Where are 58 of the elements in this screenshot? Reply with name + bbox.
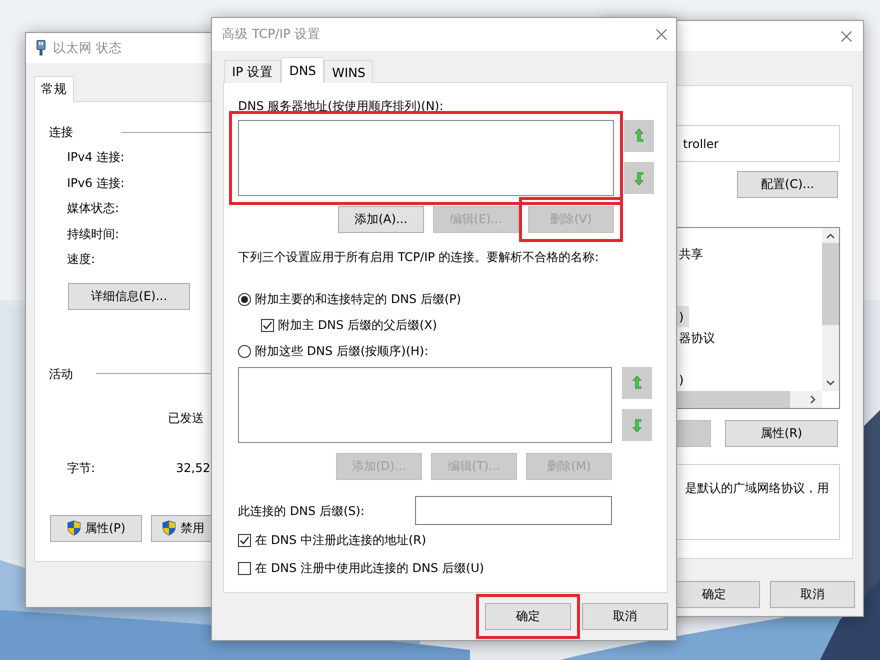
properties-button[interactable]: 属性(R)	[724, 420, 838, 447]
close-icon[interactable]	[841, 30, 852, 42]
vertical-scrollbar[interactable]	[822, 228, 839, 391]
column-heading: 已发送	[168, 410, 204, 424]
up-arrow-icon	[634, 128, 644, 144]
shield-icon	[162, 520, 176, 536]
scroll-up-icon[interactable]	[826, 232, 835, 241]
radio-label: 附加主要的和连接特定的 DNS 后缀(P)	[255, 292, 462, 306]
field-label: IPv6 连接:	[66, 174, 126, 192]
up-arrow-icon	[632, 375, 642, 391]
list-item[interactable]: 器协议	[675, 327, 720, 348]
suffix-list[interactable]	[238, 367, 612, 443]
group-heading: 连接	[49, 125, 73, 139]
scroll-right-icon[interactable]	[808, 395, 817, 404]
checkbox[interactable]	[238, 534, 251, 546]
list-item[interactable]: )	[675, 369, 689, 390]
dialog-button[interactable]: 确定	[485, 603, 571, 630]
group-heading: 活动	[49, 366, 73, 380]
checkbox-label: 附加主 DNS 后缀的父后缀(X)	[278, 318, 438, 332]
close-icon[interactable]	[656, 29, 667, 40]
radio-button[interactable]	[238, 344, 251, 358]
field-label: 字节:	[67, 460, 96, 474]
tab[interactable]: DNS	[281, 57, 324, 83]
field-label: 速度:	[66, 251, 96, 268]
field-label: 此连接的 DNS 后缀(S):	[238, 504, 364, 518]
description-text: 是默认的广域网络协议，用	[685, 481, 829, 495]
checkbox[interactable]	[238, 562, 251, 574]
adapter-name: troller	[683, 136, 719, 150]
field-value: 32,52	[176, 460, 210, 474]
field-label: 持续时间:	[66, 226, 120, 242]
checkbox[interactable]	[261, 318, 274, 332]
down-arrow-icon	[634, 170, 644, 186]
dialog-button[interactable]: 取消	[770, 581, 855, 608]
details-button[interactable]: 详细信息(E)...	[68, 282, 190, 310]
radio-label: 附加这些 DNS 后缀(按顺序)(H):	[255, 344, 428, 358]
checkbox-label: 在 DNS 中注册此连接的地址(R)	[255, 533, 426, 547]
field-label: 媒体状态:	[66, 200, 120, 217]
network-adapter-icon	[36, 40, 46, 56]
scroll-down-icon[interactable]	[826, 378, 835, 387]
dialog-button[interactable]: 取消	[582, 603, 668, 630]
shield-button[interactable]: 禁用	[151, 514, 211, 542]
down-arrow-icon	[632, 417, 642, 433]
radio-button[interactable]	[238, 292, 251, 306]
configure-button[interactable]: 配置(C)...	[737, 171, 838, 198]
shield-icon	[66, 520, 81, 536]
tab[interactable]: IP 设置	[224, 60, 282, 83]
shield-button[interactable]: 属性(P)	[50, 514, 142, 542]
list-item[interactable]: 共享	[675, 243, 708, 264]
note-text: 下列三个设置应用于所有启用 TCP/IP 的连接。要解析不合格的名称:	[238, 250, 600, 264]
checkbox-label: 在 DNS 注册中使用此连接的 DNS 后缀(U)	[255, 561, 484, 575]
tab[interactable]: WINS	[324, 60, 374, 83]
suffix-field[interactable]	[415, 496, 612, 525]
field-label: IPv4 连接:	[66, 149, 126, 166]
window-title: 高级 TCP/IP 设置	[222, 26, 321, 43]
tab[interactable]: 常规	[34, 76, 74, 102]
dns-server-list[interactable]	[238, 120, 614, 196]
list-action-button[interactable]: 添加(A)...	[338, 206, 424, 233]
window-title: 以太网 状态	[53, 40, 122, 56]
